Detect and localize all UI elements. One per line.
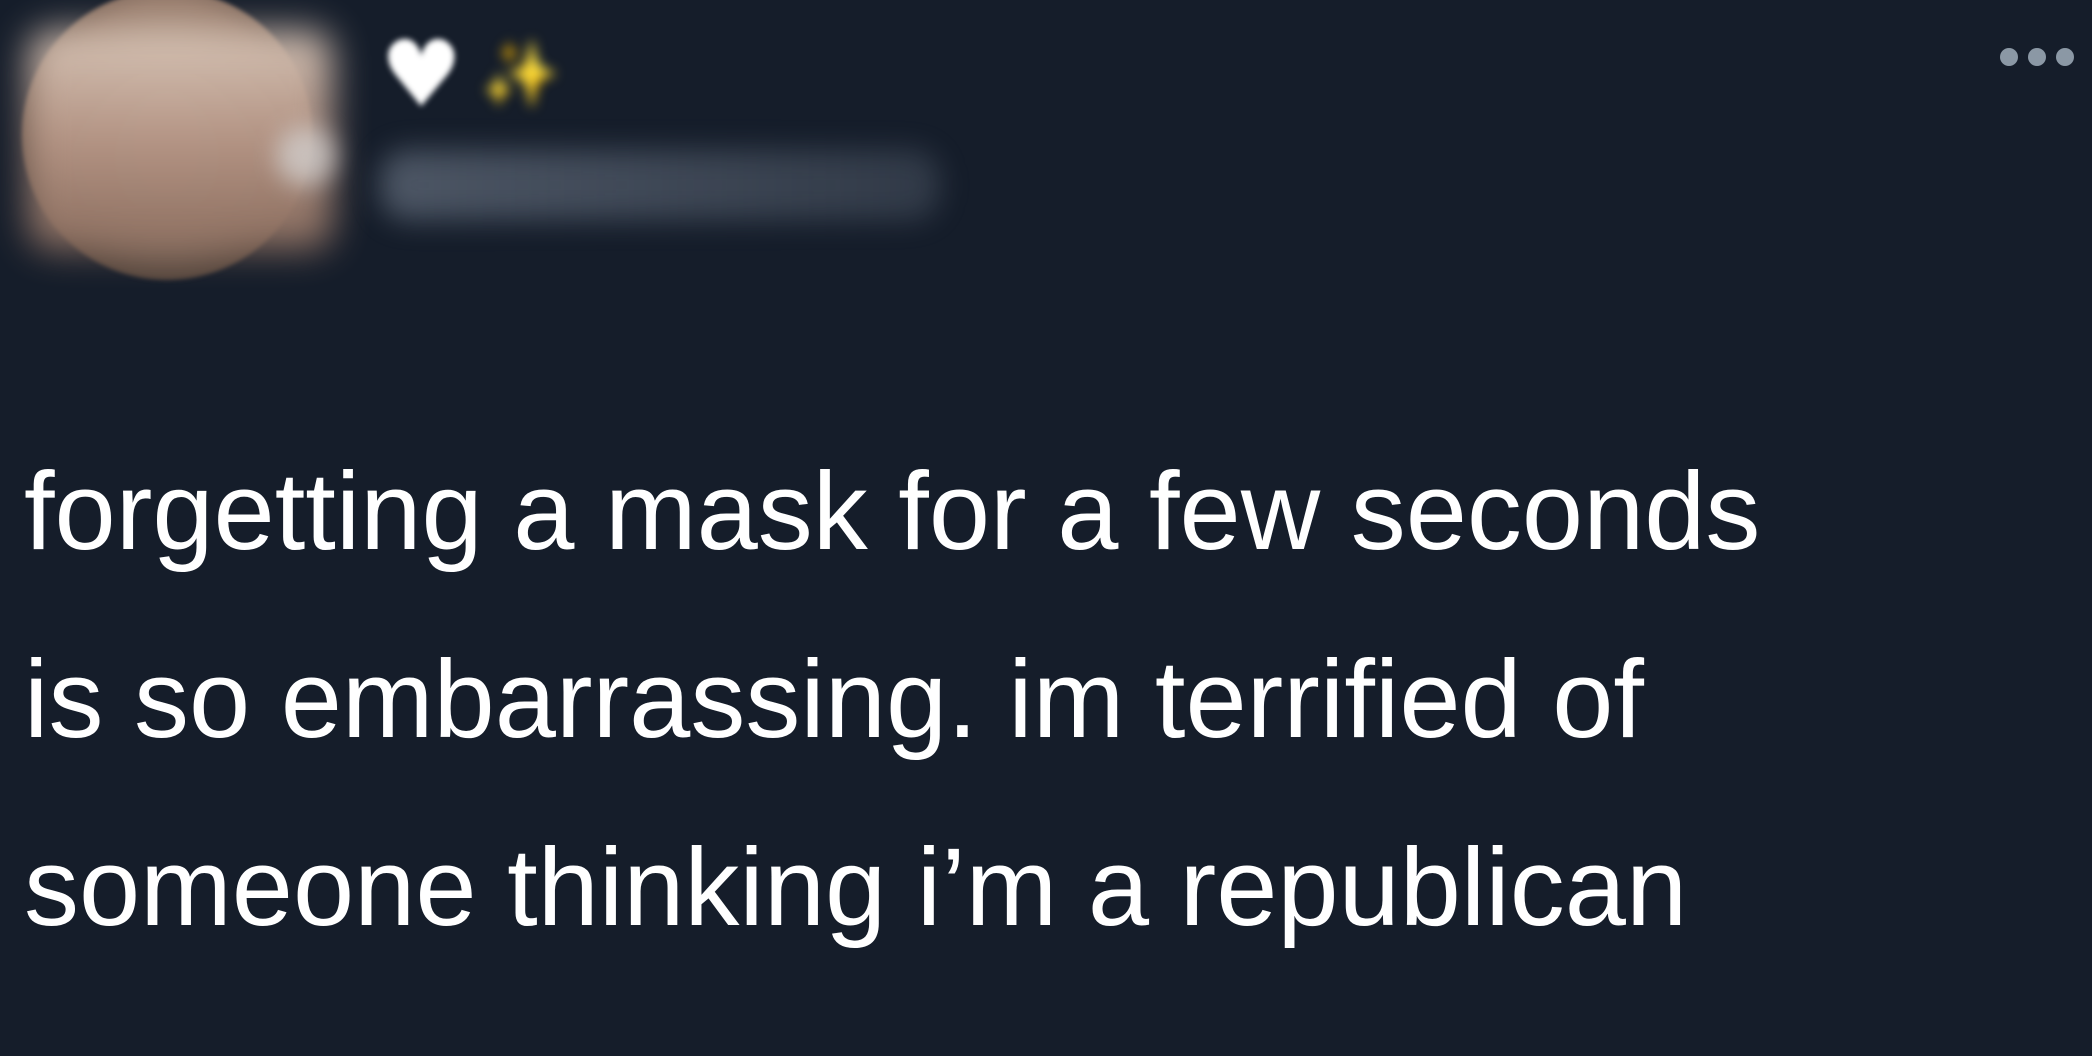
verified-blur-icon (276, 126, 336, 186)
more-options-icon (2000, 48, 2018, 66)
sparkle-icon: ✨ (480, 38, 561, 112)
more-options-icon (2056, 48, 2074, 66)
tweet-card: ♥ ✨ forgetting a mask for a few seconds … (0, 0, 2092, 1056)
username-handle-blurred[interactable] (380, 150, 940, 220)
display-name[interactable]: ♥ ✨ (380, 21, 561, 128)
tweet-text-line: is so embarrassing. im terrified of (24, 638, 1644, 761)
more-options-icon (2028, 48, 2046, 66)
heart-icon: ♥ (380, 21, 463, 128)
tweet-text: forgetting a mask for a few seconds is s… (24, 418, 2064, 982)
tweet-text-line: someone thinking i’m a republican (24, 826, 1688, 949)
tweet-text-line: forgetting a mask for a few seconds (24, 450, 1761, 573)
more-options-button[interactable] (2000, 48, 2074, 66)
